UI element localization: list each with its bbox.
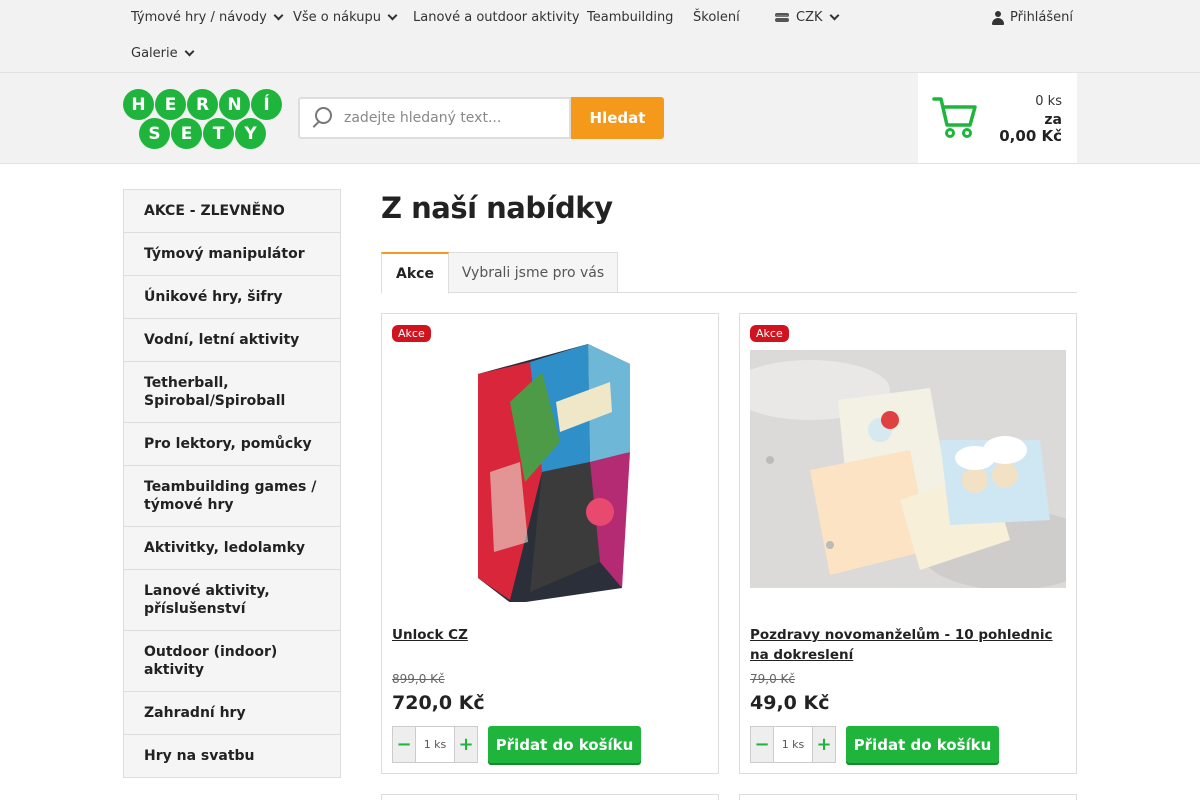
product-card-partial [381,794,719,800]
tab-akce[interactable]: Akce [381,252,449,294]
search-button[interactable]: Hledat [571,97,664,139]
product-image[interactable] [470,342,636,602]
old-price: 79,0 Kč [750,672,795,686]
nav-item-label: Školení [693,10,740,25]
current-price: 720,0 Kč [392,692,485,714]
nav-item-label: Teambuilding [587,10,674,25]
nav-item-label: Týmové hry / návody [131,10,267,25]
cart-total: 0,00 Kč [999,127,1062,145]
nav-item-label: Lanové a outdoor aktivity [413,10,580,25]
chevron-down-icon [829,10,839,21]
product-name[interactable]: Unlock CZ [392,625,702,645]
quantity-stepper: − 1 ks + [750,726,836,763]
quantity-value[interactable]: 1 ks [415,727,455,762]
logo-letter: R [187,89,218,120]
nav-item-skoleni[interactable]: Školení [693,10,740,25]
search-bar: Hledat [298,97,664,139]
logo-letter: Í [251,89,282,120]
old-price: 899,0 Kč [392,672,445,686]
sidebar-item-outdoor[interactable]: Outdoor (indoor) aktivity [124,631,340,692]
product-card: Akce Unlock CZ 899,0 Kč 720,0 Kč − 1 ks … [381,313,719,774]
quantity-value[interactable]: 1 ks [773,727,813,762]
add-to-cart-button[interactable]: Přidat do košíku [846,726,999,763]
logo-letter: T [203,118,234,149]
product-image[interactable] [750,350,1066,588]
search-field[interactable] [298,97,571,139]
coins-icon [775,12,790,23]
nav-item-tymove-hry[interactable]: Týmové hry / návody [131,10,284,25]
category-sidebar: AKCE - ZLEVNĚNO Týmový manipulátor Úniko… [123,189,341,778]
nav-item-label: Vše o nákupu [293,10,381,25]
sidebar-item-lanove-aktivity[interactable]: Lanové aktivity, příslušenství [124,570,340,631]
logo-letter: Y [235,118,266,149]
cart-widget[interactable]: 0 ks za 0,00 Kč [918,73,1077,163]
offer-tabs: Vybrali jsme pro vás Akce [381,252,1077,294]
search-input[interactable] [344,110,544,126]
product-card: Akce Pozdravy novomanželům - 10 pohledni… [739,313,1077,774]
site-logo[interactable]: H E R N Í S E T Y [123,89,283,149]
cart-count: 0 ks [1035,94,1062,109]
nav-item-label: Galerie [131,46,178,61]
logo-letter: H [123,89,154,120]
chevron-down-icon [387,10,398,21]
currency-label: CZK [796,10,823,25]
nav-item-teambuilding[interactable]: Teambuilding [587,10,673,25]
user-icon [992,10,1004,25]
current-price: 49,0 Kč [750,692,830,714]
sidebar-item-vodni-aktivity[interactable]: Vodní, letní aktivity [124,319,340,362]
sidebar-item-hry-na-svatbu[interactable]: Hry na svatbu [124,735,340,777]
logo-letter: E [155,89,186,120]
sidebar-item-teambuilding-games[interactable]: Teambuilding games / týmové hry [124,466,340,527]
sidebar-item-zahradni-hry[interactable]: Zahradní hry [124,692,340,735]
sidebar-item-pro-lektory[interactable]: Pro lektory, pomůcky [124,423,340,466]
plus-icon[interactable]: + [813,727,835,762]
minus-icon[interactable]: − [393,727,415,762]
sidebar-item-tymovy-manipulator[interactable]: Týmový manipulátor [124,233,340,276]
logo-letter: N [219,89,250,120]
nav-item-galerie[interactable]: Galerie [131,46,195,61]
plus-icon[interactable]: + [455,727,477,762]
page-title: Z naší nabídky [381,191,613,225]
tab-vybrali-jsme[interactable]: Vybrali jsme pro vás [448,252,618,293]
product-card-partial [739,794,1077,800]
sidebar-item-tetherball[interactable]: Tetherball, Spirobal/Spiroball [124,362,340,423]
currency-selector[interactable]: CZK [775,10,839,25]
sale-badge: Akce [392,325,431,342]
chevron-down-icon [184,46,195,57]
site-header: H E R N Í S E T Y Hledat 0 ks za 0,00 Kč [0,73,1200,164]
sidebar-item-akce[interactable]: AKCE - ZLEVNĚNO [124,190,340,233]
quantity-stepper: − 1 ks + [392,726,478,763]
login-label: Přihlášení [1010,10,1074,25]
cart-za-label: za [1044,112,1062,128]
top-navigation: Týmové hry / návody Vše o nákupu Lanové … [0,0,1200,73]
add-to-cart-button[interactable]: Přidat do košíku [488,726,641,763]
sidebar-item-unikove-hry[interactable]: Únikové hry, šifry [124,276,340,319]
nav-item-vse-o-nakupu[interactable]: Vše o nákupu [293,10,398,25]
shopping-cart-icon [932,97,977,138]
search-icon [310,107,332,129]
nav-item-lanove-aktivity[interactable]: Lanové a outdoor aktivity [413,10,580,25]
product-name[interactable]: Pozdravy novomanželům - 10 pohlednic na … [750,625,1060,665]
sidebar-item-aktivitky[interactable]: Aktivitky, ledolamky [124,527,340,570]
chevron-down-icon [273,10,284,21]
logo-letter: S [139,118,170,149]
logo-letter: E [171,118,202,149]
minus-icon[interactable]: − [751,727,773,762]
sale-badge: Akce [750,325,789,342]
login-link[interactable]: Přihlášení [992,10,1073,25]
